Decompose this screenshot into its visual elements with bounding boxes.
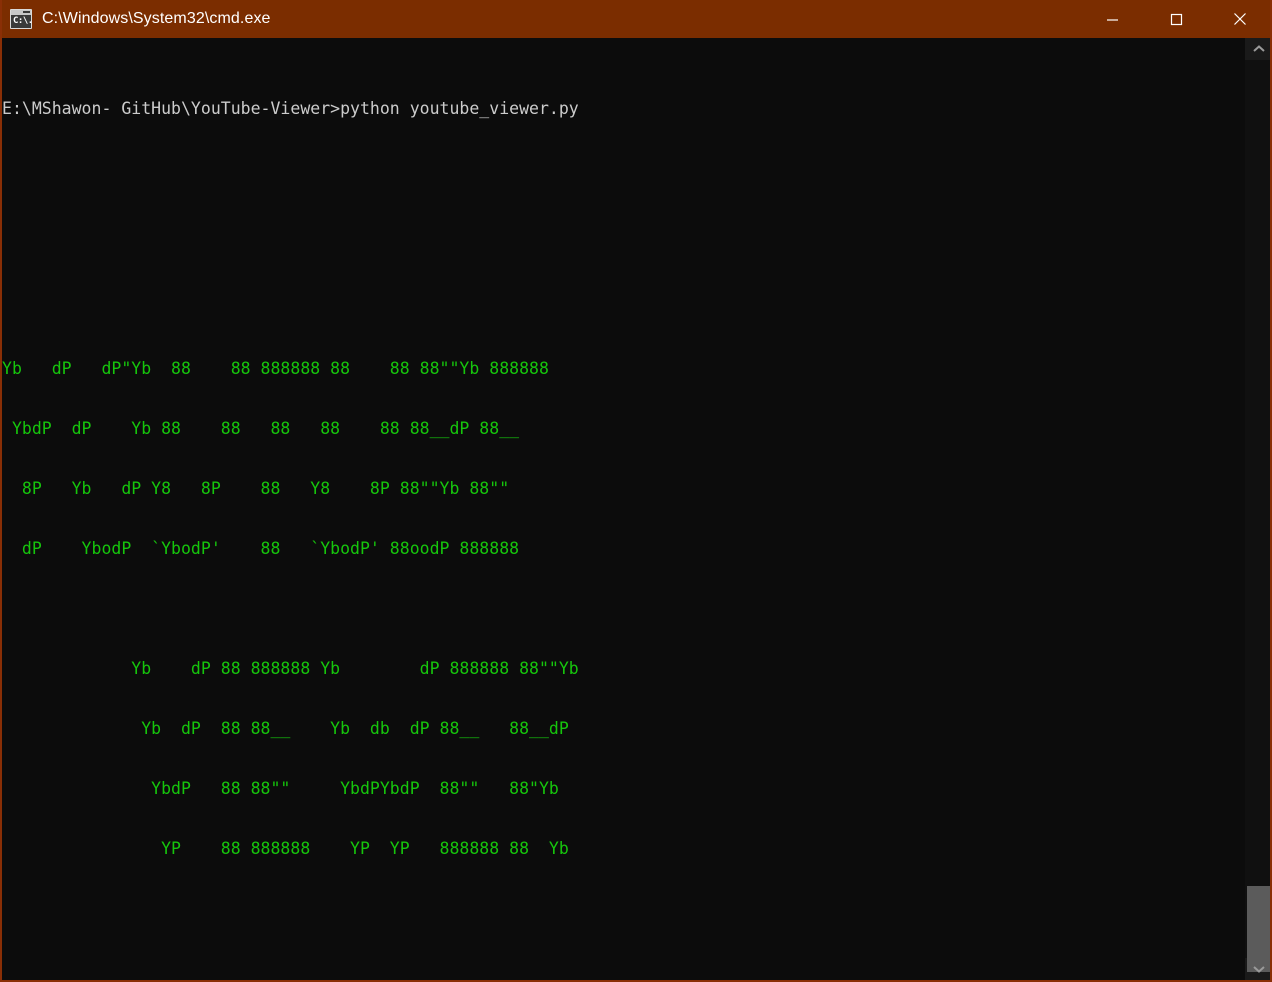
close-icon [1234,13,1246,25]
banner-line-8: YP 88 888888 YP YP 888888 88 Yb [2,839,569,858]
banner-line-7: YbdP 88 88"" YbdPYbdP 88"" 88"Yb [2,779,559,798]
banner-line-5: Yb dP 88 888888 Yb dP 888888 88""Yb [2,659,579,678]
maximize-button[interactable] [1144,0,1208,38]
cmd-window: C:\. C:\Windows\System32\cmd.exe E:\MSha… [0,0,1272,982]
title-bar[interactable]: C:\. C:\Windows\System32\cmd.exe [2,0,1270,38]
window-title: C:\Windows\System32\cmd.exe [42,10,271,27]
chevron-up-icon [1252,45,1265,52]
console-output-area[interactable]: E:\MShawon- GitHub\YouTube-Viewer>python… [2,38,1247,980]
console-lines: E:\MShawon- GitHub\YouTube-Viewer>python… [2,39,1036,980]
scroll-down-arrow[interactable] [1245,958,1270,980]
window-controls [1080,0,1270,38]
command-prompt-line: E:\MShawon- GitHub\YouTube-Viewer>python… [2,99,579,118]
cmd-icon: C:\. [10,9,33,29]
banner-line-3: 8P Yb dP Y8 8P 88 Y8 8P 88""Yb 88"" [2,479,510,498]
banner-line-1: Yb dP dP"Yb 88 88 888888 88 88 88""Yb 88… [2,359,549,378]
vertical-scrollbar[interactable] [1245,38,1270,980]
scroll-up-arrow[interactable] [1245,38,1270,60]
chevron-down-icon [1252,966,1265,973]
close-button[interactable] [1208,0,1270,38]
banner-line-4: dP YbodP `YbodP' 88 `YbodP' 88oodP 88888… [2,539,520,558]
banner-line-6: Yb dP 88 88__ Yb db dP 88__ 88__dP [2,719,569,738]
minimize-button[interactable] [1080,0,1144,38]
minimize-icon [1106,18,1118,21]
banner-line-2: YbdP dP Yb 88 88 88 88 88 88__dP 88__ [2,419,520,438]
cmd-icon-titlebar [11,10,31,15]
scrollbar-track[interactable] [1245,60,1270,972]
maximize-icon [1170,13,1182,25]
cmd-icon-label: C:\. [13,16,33,26]
